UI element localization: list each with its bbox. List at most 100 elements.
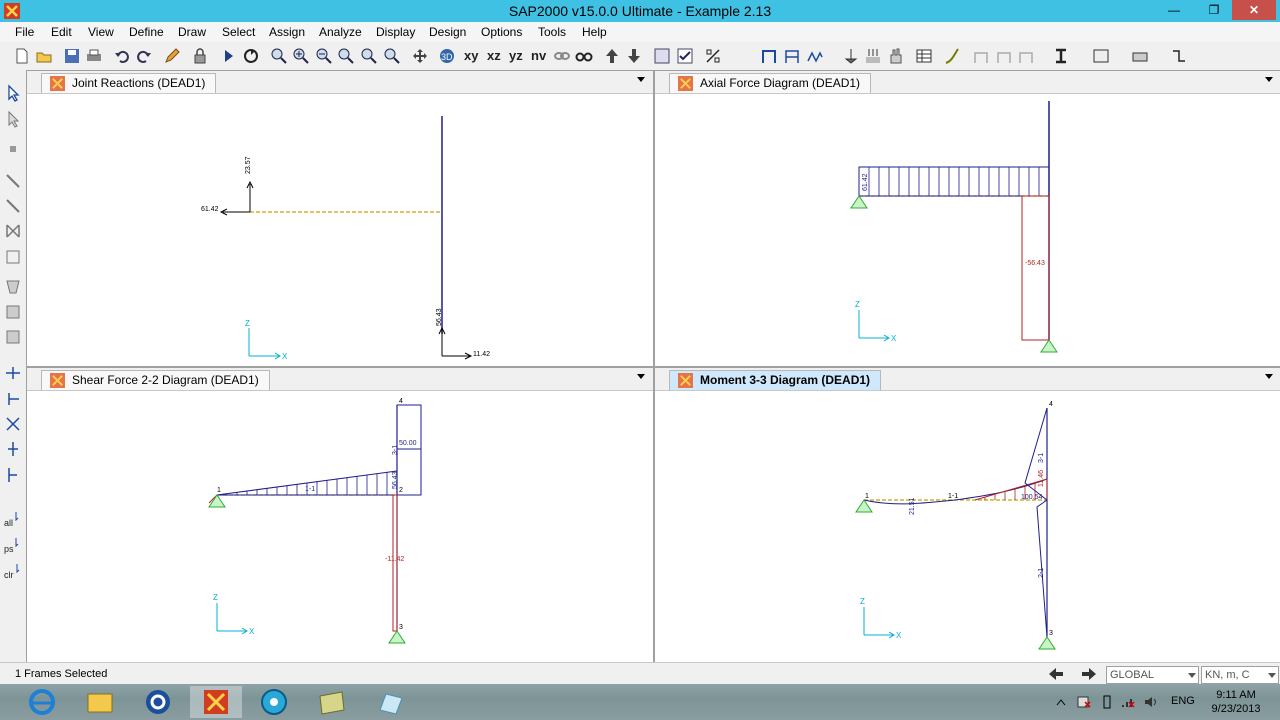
arrow-right-icon[interactable] [1080, 667, 1098, 681]
open-folder-icon[interactable] [35, 47, 53, 65]
sap2000-taskbar-icon[interactable] [190, 686, 242, 718]
menu-design[interactable]: Design [429, 25, 466, 39]
file-explorer-icon[interactable] [74, 686, 126, 718]
new-file-icon[interactable] [13, 47, 31, 65]
action-center-icon[interactable] [1076, 695, 1092, 709]
draw-frame-icon[interactable] [4, 172, 22, 190]
percent-icon[interactable] [704, 47, 722, 65]
minimize-button[interactable]: — [1160, 0, 1188, 20]
draw-poly-area-icon[interactable] [4, 278, 22, 296]
frame-icon[interactable] [760, 47, 778, 65]
menu-view[interactable]: View [88, 25, 114, 39]
zoom-restore-icon[interactable] [383, 47, 401, 65]
restraint-icon[interactable] [842, 47, 860, 65]
units-select[interactable]: KN, m, C [1201, 666, 1279, 684]
network-icon[interactable] [1120, 695, 1136, 709]
view-yz-button[interactable]: yz [509, 48, 523, 63]
axial-force-pane[interactable]: Axial Force Diagram (DEAD1) 61.42 -56.43… [654, 70, 1280, 367]
draw-joint-icon[interactable] [4, 140, 22, 158]
glasses-icon[interactable] [575, 47, 593, 65]
rotate-view-icon[interactable] [242, 47, 260, 65]
menu-analyze[interactable]: Analyze [319, 25, 362, 39]
pointer-icon[interactable] [4, 84, 22, 102]
menu-options[interactable]: Options [481, 25, 522, 39]
move-up-icon[interactable] [603, 47, 621, 65]
menu-tools[interactable]: Tools [538, 25, 566, 39]
pan-icon[interactable] [411, 47, 429, 65]
volume-icon[interactable] [1143, 695, 1159, 709]
select-intersect-icon[interactable] [4, 364, 22, 382]
design-dropdown-icon[interactable] [1131, 47, 1149, 65]
zoom-fit-icon[interactable] [337, 47, 355, 65]
zoom-out-icon[interactable] [315, 47, 333, 65]
pane-menu-dropdown[interactable] [1265, 374, 1273, 379]
print-icon[interactable] [85, 47, 103, 65]
joint-reactions-pane[interactable]: Joint Reactions (DEAD1) 23.57 61.42 56.4… [26, 70, 654, 367]
move-down-icon[interactable] [625, 47, 643, 65]
menu-edit[interactable]: Edit [51, 25, 72, 39]
view-nv-button[interactable]: nv [531, 48, 546, 63]
pane-menu-dropdown[interactable] [1265, 77, 1273, 82]
battery-icon[interactable] [1102, 694, 1112, 710]
select-line-icon[interactable] [4, 390, 22, 408]
draw-brace-icon[interactable] [4, 222, 22, 240]
shear-force-pane[interactable]: Shear Force 2-2 Diagram (DEAD1) 50.00 3-… [26, 367, 654, 664]
menu-draw[interactable]: Draw [178, 25, 206, 39]
menu-assign[interactable]: Assign [269, 25, 305, 39]
close-button[interactable]: ✕ [1232, 0, 1276, 20]
undo-icon[interactable] [113, 47, 131, 65]
tab-axial-force[interactable]: Axial Force Diagram (DEAD1) [669, 73, 872, 93]
show-hidden-icons-icon[interactable] [1056, 698, 1066, 706]
deformed-shape-icon[interactable] [943, 47, 961, 65]
notes-app-icon[interactable] [306, 686, 358, 718]
pane-menu-dropdown[interactable] [637, 77, 645, 82]
save-icon[interactable] [63, 47, 81, 65]
menu-help[interactable]: Help [582, 25, 607, 39]
truss-icon[interactable] [806, 47, 824, 65]
redo-icon[interactable] [135, 47, 153, 65]
ccleaner-icon[interactable] [132, 686, 184, 718]
shell-forces-icon[interactable] [995, 47, 1013, 65]
spring-dropdown-icon[interactable] [1170, 47, 1188, 65]
clear-select-icon[interactable]: clr [4, 562, 22, 580]
previous-select-icon[interactable]: ps [4, 536, 22, 554]
shape-app-icon[interactable] [364, 686, 416, 718]
view-xy-button[interactable]: xy [464, 48, 478, 63]
menu-select[interactable]: Select [222, 25, 255, 39]
menu-display[interactable]: Display [376, 25, 415, 39]
arrow-left-icon[interactable] [1047, 667, 1065, 681]
internet-explorer-icon[interactable] [16, 686, 68, 718]
quick-draw-frame-icon[interactable] [4, 197, 22, 215]
clock[interactable]: 9:11 AM 9/23/2013 [1204, 688, 1268, 716]
zoom-previous-icon[interactable] [360, 47, 378, 65]
zoom-window-icon[interactable] [270, 47, 288, 65]
zoom-in-icon[interactable] [292, 47, 310, 65]
pencil-icon[interactable] [163, 47, 181, 65]
media-player-icon[interactable] [248, 686, 300, 718]
select-cross-icon[interactable] [4, 415, 22, 433]
coordinate-system-select[interactable]: GLOBAL [1106, 666, 1199, 684]
set-display-options-icon[interactable] [653, 47, 671, 65]
frame-grid-icon[interactable] [783, 47, 801, 65]
view-xz-button[interactable]: xz [487, 48, 501, 63]
section-icon[interactable] [1052, 47, 1070, 65]
menu-file[interactable]: File [15, 25, 34, 39]
run-analysis-icon[interactable] [219, 47, 237, 65]
select-edge-icon[interactable] [4, 466, 22, 484]
menu-define[interactable]: Define [129, 25, 164, 39]
pane-menu-dropdown[interactable] [637, 374, 645, 379]
select-vertical-icon[interactable] [4, 440, 22, 458]
lock-icon[interactable] [191, 47, 209, 65]
input-language[interactable]: ENG [1171, 695, 1195, 707]
display-dropdown-icon[interactable] [1092, 47, 1110, 65]
select-all-icon[interactable]: all [4, 510, 22, 528]
quick-draw-area-icon[interactable] [4, 328, 22, 346]
moment-pane[interactable]: Moment 3-3 Diagram (DEAD1) 21.51 1-1 100… [654, 367, 1280, 664]
chain-icon[interactable] [553, 47, 571, 65]
checkbox-icon[interactable] [676, 47, 694, 65]
tab-moment[interactable]: Moment 3-3 Diagram (DEAD1) [669, 370, 882, 390]
view-3d-icon[interactable]: 3D [438, 47, 456, 65]
frame-forces-icon[interactable] [972, 47, 990, 65]
reshape-icon[interactable] [4, 110, 22, 128]
tab-joint-reactions[interactable]: Joint Reactions (DEAD1) [41, 73, 217, 93]
